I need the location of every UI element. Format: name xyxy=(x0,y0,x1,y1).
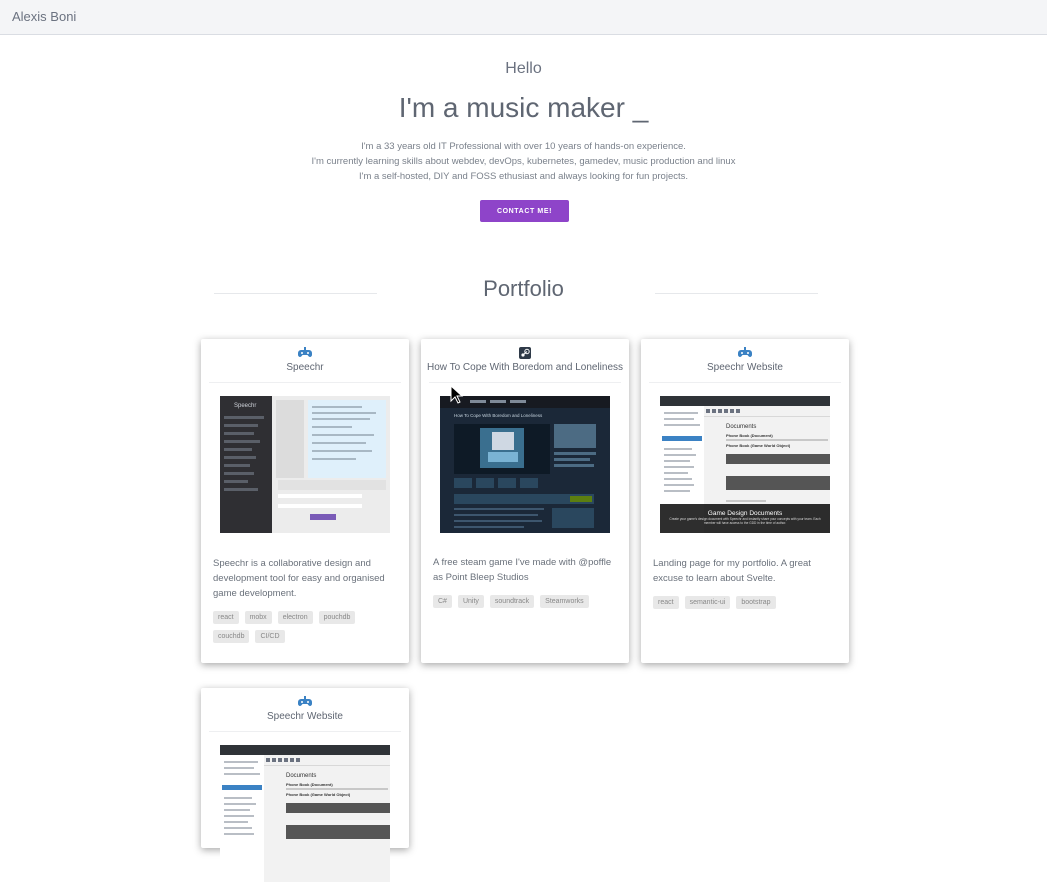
tag: Unity xyxy=(457,595,484,608)
tag-list: react mobx electron pouchdb couchdb CI/C… xyxy=(213,611,397,643)
screenshot-text: Phone Book (Game World Object) xyxy=(726,443,791,448)
project-card[interactable]: Speechr Website Documents Phone Book (Do… xyxy=(641,339,849,663)
tag: bootstrap xyxy=(736,596,776,609)
tag: electron xyxy=(277,611,313,624)
project-description: Speechr is a collaborative design and de… xyxy=(213,558,385,599)
screenshot-caption: Game Design Documents xyxy=(708,510,783,517)
headline: I'm a music maker _ xyxy=(398,92,649,123)
card-divider xyxy=(649,382,841,383)
card-divider xyxy=(209,382,401,383)
section-title: Portfolio xyxy=(483,276,564,301)
screenshot-text: Speechr xyxy=(234,403,256,409)
screenshot-text: Phone Book (Game World Object) xyxy=(286,792,351,797)
screenshot-text: Phone Book (Document) xyxy=(286,782,333,787)
tag-list: C# Unity soundtrack Steamworks xyxy=(433,595,617,608)
project-screenshot: Documents Phone Book (Document) Phone Bo… xyxy=(220,745,390,882)
tag: couchdb xyxy=(213,630,250,643)
gamepad-icon xyxy=(298,696,312,706)
tag: semantic-ui xyxy=(684,596,731,609)
tag: soundtrack xyxy=(489,595,535,608)
contact-button[interactable]: CONTACT ME! xyxy=(480,200,569,222)
tag-list: react semantic-ui bootstrap xyxy=(653,596,837,609)
project-title: Speechr Website xyxy=(267,711,343,722)
tag: react xyxy=(653,596,679,609)
about-line: I'm currently learning skills about webd… xyxy=(311,156,736,167)
card-divider xyxy=(429,382,621,383)
about-text: I'm a 33 years old IT Professional with … xyxy=(0,139,1047,184)
tag: Steamworks xyxy=(540,595,589,608)
screenshot-text: Documents xyxy=(286,773,316,779)
project-card[interactable]: Speechr Speechr Speechr is a collaborati… xyxy=(201,339,409,663)
tag: C# xyxy=(433,595,452,608)
steam-icon xyxy=(519,347,531,359)
tag: react xyxy=(213,611,239,624)
screenshot-subcaption: Create your game's design document with … xyxy=(669,517,821,525)
project-title: Speechr xyxy=(286,362,324,373)
project-screenshot: Speechr xyxy=(220,396,390,533)
gamepad-icon xyxy=(738,347,752,357)
greeting: Hello xyxy=(505,60,542,77)
about-line: I'm a self-hosted, DIY and FOSS ethusias… xyxy=(358,171,689,182)
project-description: A free steam game I've made with @poffle… xyxy=(433,557,612,583)
project-title: How To Cope With Boredom and Loneliness xyxy=(426,362,624,373)
project-screenshot: How To Cope With Boredom and Loneliness xyxy=(440,396,610,533)
card-divider xyxy=(209,731,401,732)
tag: pouchdb xyxy=(318,611,356,624)
tag: mobx xyxy=(244,611,272,624)
top-navbar: Alexis Boni xyxy=(0,0,1047,35)
project-screenshot: Documents Phone Book (Document) Phone Bo… xyxy=(660,396,830,533)
gamepad-icon xyxy=(298,347,312,357)
tag: CI/CD xyxy=(255,630,285,643)
screenshot-text: Documents xyxy=(726,424,756,430)
project-card[interactable]: Speechr Website Documents Phone Book (Do… xyxy=(201,688,409,882)
brand-link[interactable]: Alexis Boni xyxy=(12,9,76,24)
project-description: Landing page for my portfolio. A great e… xyxy=(653,558,811,584)
mouse-cursor-icon xyxy=(450,385,464,404)
screenshot-text: How To Cope With Boredom and Loneliness xyxy=(454,413,543,418)
about-line: I'm a 33 years old IT Professional with … xyxy=(361,141,686,152)
screenshot-text: Phone Book (Document) xyxy=(726,433,773,438)
project-title: Speechr Website xyxy=(707,362,783,373)
